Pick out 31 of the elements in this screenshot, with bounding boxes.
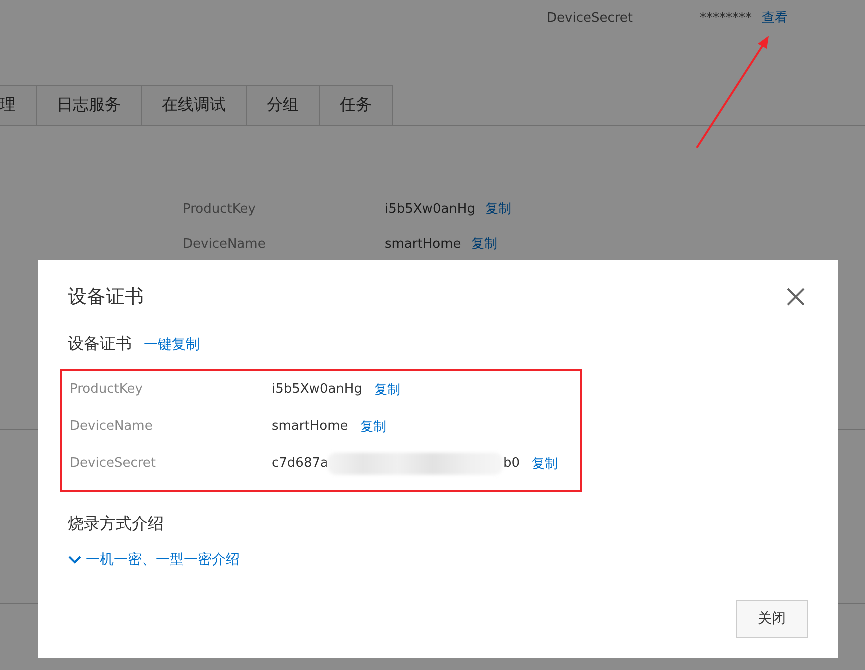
field-value: b0 [503, 456, 520, 471]
field-label: ProductKey [70, 382, 144, 397]
field-value: i5b5Xw0anHg [385, 202, 476, 216]
copy-link[interactable]: 复制 [374, 380, 400, 398]
field-label: ProductKey [183, 202, 257, 216]
masked-value: ******** [700, 10, 752, 28]
tab[interactable]: 日志服务 [37, 85, 142, 125]
field-label: DeviceName [70, 419, 154, 434]
copy-link[interactable]: 复制 [485, 200, 512, 218]
section-heading: 烧录方式介绍 [68, 514, 165, 535]
expand-link[interactable]: 一机一密、一型一密介绍 [68, 551, 240, 569]
tab[interactable]: 任务 [320, 85, 393, 125]
section-heading: 设备证书 [68, 334, 132, 355]
dialog-title: 设备证书 [68, 285, 144, 310]
tab[interactable]: 分组 [247, 85, 320, 125]
field-value: c7d687a [272, 456, 328, 471]
tab[interactable]: 理 [0, 85, 37, 125]
tab[interactable]: 在线调试 [142, 85, 247, 125]
copy-link[interactable]: 复制 [471, 235, 498, 253]
close-button[interactable]: 关闭 [736, 600, 808, 638]
copy-all-link[interactable]: 一键复制 [144, 336, 200, 354]
field-value: i5b5Xw0anHg [272, 382, 362, 397]
copy-link[interactable]: 复制 [532, 454, 558, 472]
field-label: DeviceSecret [70, 456, 158, 471]
view-link[interactable]: 查看 [762, 10, 788, 28]
field-label: DeviceName [183, 236, 267, 252]
copy-link[interactable]: 复制 [360, 418, 386, 436]
field-value: smartHome [272, 419, 348, 434]
field-label: DeviceSecret [547, 10, 634, 28]
close-icon[interactable] [785, 286, 807, 308]
field-value: smartHome [385, 236, 462, 252]
